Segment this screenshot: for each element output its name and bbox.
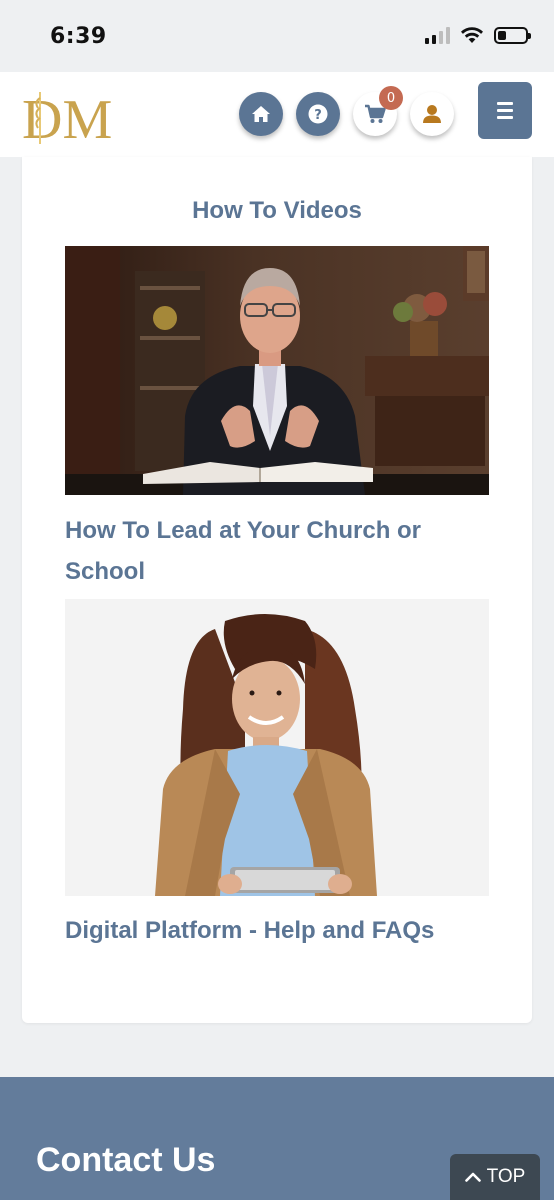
photo-thumbnail-help-faqs[interactable] — [65, 599, 489, 896]
status-icons — [425, 26, 531, 44]
cart-button[interactable]: 0 — [353, 86, 403, 136]
home-button[interactable] — [239, 92, 283, 136]
back-to-top-button[interactable]: TOP — [450, 1154, 540, 1200]
footer: Contact Us TOP — [0, 1077, 554, 1200]
menu-icon — [497, 102, 513, 105]
site-header: DM ? 0 — [0, 72, 554, 157]
status-bar: 6:39 — [0, 0, 554, 72]
svg-text:DM: DM — [22, 89, 112, 148]
link-digital-platform-help[interactable]: Digital Platform - Help and FAQs — [65, 910, 485, 951]
battery-icon — [494, 26, 531, 44]
help-icon: ? — [308, 104, 328, 124]
logo[interactable]: DM — [22, 86, 112, 151]
link-how-to-lead[interactable]: How To Lead at Your Church or School — [65, 510, 485, 592]
account-button[interactable] — [410, 92, 454, 136]
wifi-icon — [461, 27, 483, 43]
signal-icon — [425, 26, 450, 44]
chevron-up-icon — [464, 1172, 481, 1182]
back-to-top-label: TOP — [486, 1166, 526, 1187]
user-icon — [423, 105, 441, 123]
svg-text:?: ? — [314, 108, 322, 123]
status-time: 6:39 — [50, 24, 107, 49]
main-card: How To Videos How To Lead at Your Church… — [22, 157, 532, 1023]
menu-button[interactable] — [478, 82, 532, 139]
home-icon — [252, 106, 270, 122]
help-button[interactable]: ? — [296, 92, 340, 136]
cart-count-badge: 0 — [379, 86, 403, 110]
section-title: How To Videos — [192, 197, 362, 224]
footer-title: Contact Us — [36, 1141, 216, 1179]
video-thumbnail-how-to-lead[interactable] — [65, 246, 489, 495]
